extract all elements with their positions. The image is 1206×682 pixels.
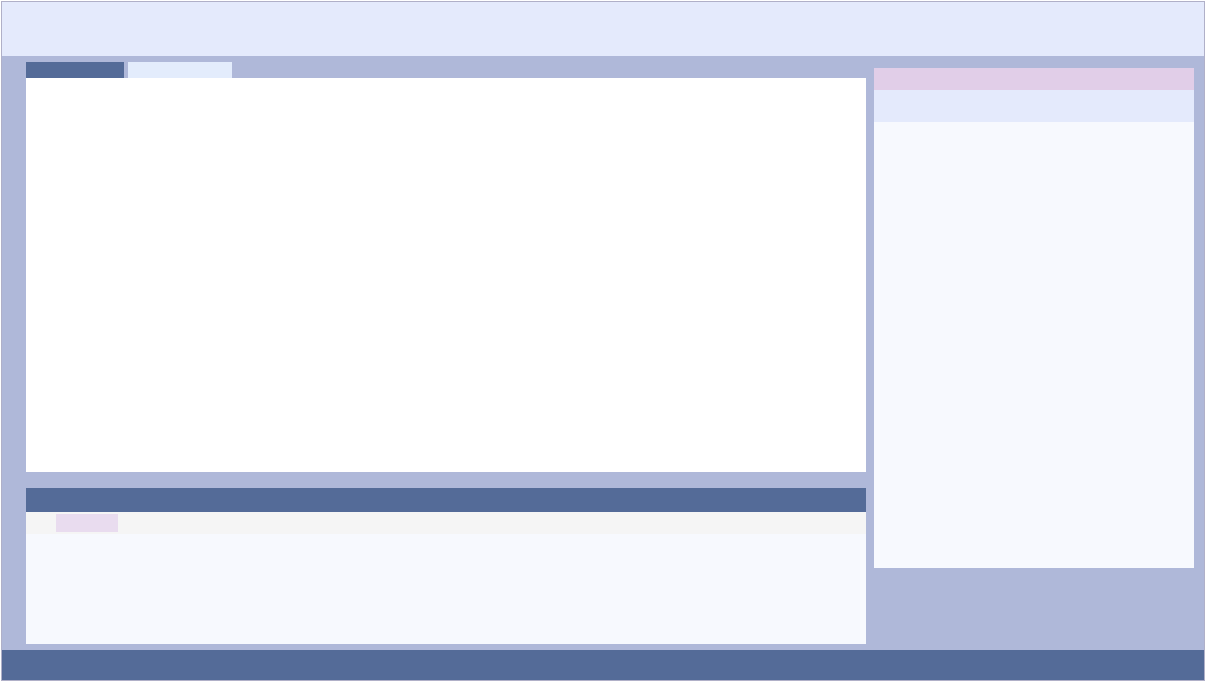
body [2,56,1204,680]
lower-panel [26,488,866,644]
tab-1[interactable] [26,62,124,78]
left-column [26,62,866,644]
footer-bar [2,650,1204,680]
lower-panel-subheader [26,512,866,534]
tab-2[interactable] [128,62,232,78]
tab-bar [26,62,866,78]
main-panel [26,78,866,472]
side-panel-subheader [874,90,1194,122]
body-inner [2,56,1204,650]
filter-chip[interactable] [56,514,118,532]
side-panel-body [874,122,1194,568]
header-bar [2,2,1204,56]
side-panel-header [874,68,1194,90]
side-panel [874,68,1194,568]
lower-panel-body [26,534,866,644]
lower-panel-header [26,488,866,512]
app-frame [1,1,1205,681]
